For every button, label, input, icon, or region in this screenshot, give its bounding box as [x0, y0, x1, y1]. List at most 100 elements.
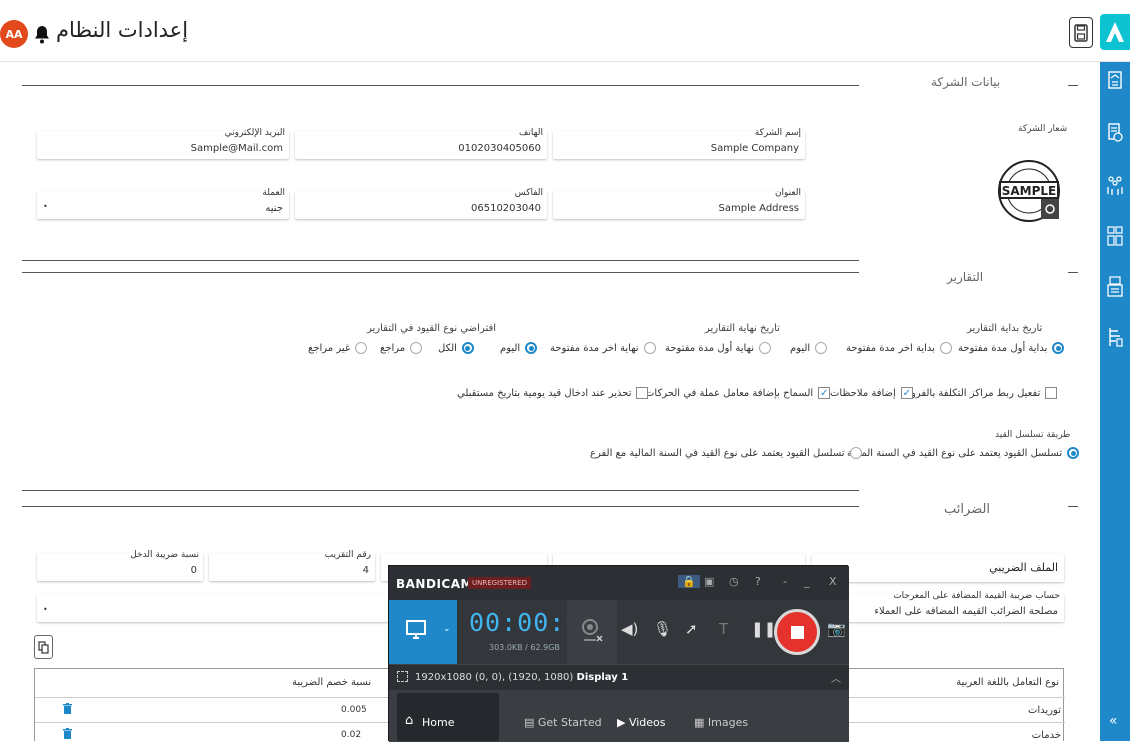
nav-videos[interactable]: ▶ Videos [617, 716, 666, 729]
divider [1068, 506, 1078, 507]
checkbox-box [636, 387, 649, 399]
vat-account-value: مصلحة الضرائب القيمه المضافه على العملاء [874, 606, 1058, 617]
checkbox-label: إضافة ملاحظات [830, 387, 896, 399]
bandicam-nav: ⌂ Home ▤ Get Started ▶ Videos ▦ Images [389, 690, 849, 742]
start-date-label: تاريخ بداية التقارير [967, 323, 1043, 334]
speaker-icon[interactable]: ◀) [621, 620, 638, 638]
radio-circle [939, 342, 952, 354]
trash-icon[interactable] [63, 728, 72, 739]
avatar[interactable]: AA [0, 20, 28, 48]
lock-icon[interactable]: 🔒 [678, 575, 700, 588]
webcam-button[interactable] [567, 600, 617, 664]
radio-label: غير مراجع [308, 342, 351, 354]
folder-icon[interactable]: ▣ [704, 575, 714, 588]
divider [22, 260, 859, 261]
type-reviewed-radio[interactable]: مراجع [380, 342, 423, 354]
checkbox-label: تحذير عند ادخال قيد يومية بتاريخ مستقبلي [457, 387, 632, 399]
start-last-period-radio[interactable]: بداية اخر مدة مفتوحة [846, 342, 952, 354]
webcam-icon [582, 619, 603, 642]
address-field[interactable]: العنوان Sample Address [553, 188, 805, 219]
fax-field[interactable]: الفاكس 06510203040 [295, 188, 547, 219]
area-icon [397, 671, 408, 682]
income-tax-field[interactable]: نسبة ضريبة الدخل 0 [37, 550, 203, 581]
checkbox-label: السماح بإضافة معامل عملة في الحركات [645, 387, 814, 399]
top-bar: AA إعدادات النظام [0, 0, 1130, 62]
minimize-icon[interactable]: _ [804, 575, 810, 588]
rate-cell[interactable]: 0.02 [341, 730, 361, 740]
divider [22, 490, 859, 491]
start-first-period-radio[interactable]: بداية أول مدة مفتوحة [958, 342, 1065, 354]
sidebar-item-inventory-icon[interactable] [1107, 225, 1123, 247]
radio-label: بداية أول مدة مفتوحة [958, 342, 1048, 354]
company-name-field[interactable]: إسم الشركة Sample Company [553, 128, 805, 159]
clock-icon[interactable]: ◷ [729, 575, 739, 588]
add-row-button[interactable] [34, 635, 53, 659]
check-icon: ✓ [900, 387, 913, 399]
phone-field[interactable]: الهاتف 0102030405060 [295, 128, 547, 159]
add-notes-checkbox[interactable]: ✓ إضافة ملاحظات [830, 387, 913, 399]
bell-icon[interactable] [34, 24, 50, 44]
currency-factor-checkbox[interactable]: ✓ السماح بإضافة معامل عملة في الحركات [645, 387, 831, 399]
divider [22, 272, 859, 273]
screen-mode-button[interactable]: ⌄ [389, 600, 457, 664]
tax-file-field[interactable]: الملف الضريبي [812, 553, 1064, 582]
minimize-mini-icon[interactable]: - [783, 575, 787, 588]
end-today-radio[interactable]: اليوم [500, 342, 538, 354]
email-label: البريد الإلكتروني [224, 128, 285, 138]
microphone-icon[interactable]: 🎙 [653, 620, 672, 638]
sidebar-item-reports-icon[interactable] [1107, 276, 1123, 298]
nav-images[interactable]: ▦ Images [694, 716, 748, 729]
radio-label: تسلسل القيود يعتمد على نوع القيد في السن… [847, 447, 1063, 459]
email-value: Sample@Mail.com [190, 143, 283, 154]
nav-home[interactable]: ⌂ Home [397, 693, 499, 741]
sidebar-item-users-icon[interactable] [1107, 174, 1123, 196]
sidebar-item-finance-icon[interactable] [1107, 122, 1123, 144]
text-icon[interactable]: T [719, 620, 728, 638]
cost-center-branch-checkbox[interactable]: تفعيل ربط مراكز التكلفة بالفروع [905, 387, 1058, 399]
play-icon: ▶ [617, 716, 629, 729]
camera-icon[interactable]: 📷 [827, 620, 846, 638]
chevron-down-icon[interactable]: ⌄ [443, 624, 451, 634]
resolution-bar[interactable]: 1920x1080 (0, 0), (1920, 1080) Display 1… [389, 664, 849, 690]
phone-label: الهاتف [519, 128, 543, 138]
sidebar-item-dashboard-icon[interactable] [1107, 70, 1123, 92]
company-stamp-image[interactable]: SAMPLE [997, 143, 1063, 239]
copy-icon [38, 640, 49, 654]
sidebar: « [1100, 62, 1130, 741]
save-button[interactable] [1069, 17, 1093, 48]
rounding-field[interactable]: رقم التقريب 4 [209, 550, 375, 581]
nav-get-started[interactable]: ▤ Get Started [524, 716, 602, 729]
name-cell[interactable]: خدمات [1032, 730, 1061, 741]
sequence-by-type-radio[interactable]: تسلسل القيود يعتمد على نوع القيد في السن… [847, 447, 1080, 459]
chevron-up-icon[interactable]: ︿ [831, 670, 841, 685]
app-logo[interactable] [1100, 14, 1130, 50]
end-first-period-radio[interactable]: نهاية أول مدة مفتوحة [665, 342, 771, 354]
radio-circle [815, 342, 828, 354]
help-icon[interactable]: ? [755, 575, 761, 588]
cursor-icon[interactable]: ➚ [685, 620, 698, 638]
page-title: إعدادات النظام [56, 18, 189, 42]
stop-record-button[interactable] [774, 609, 820, 655]
currency-select[interactable]: العملة جنيه • [37, 188, 289, 219]
divider [1068, 272, 1078, 273]
rate-cell[interactable]: 0.005 [341, 705, 367, 715]
type-unreviewed-radio[interactable]: غير مراجع [308, 342, 368, 354]
radio-circle [461, 342, 474, 354]
email-field[interactable]: البريد الإلكتروني Sample@Mail.com [37, 128, 289, 159]
close-icon[interactable]: X [829, 575, 837, 588]
pause-icon[interactable]: ❚❚ [751, 620, 776, 638]
sidebar-item-settings-icon[interactable] [1107, 326, 1123, 348]
bandicam-titlebar[interactable]: BANDICAM UNREGISTERED 🔒 ▣ ◷ ? - _ X [389, 566, 849, 600]
future-date-warning-checkbox[interactable]: تحذير عند ادخال قيد يومية بتاريخ مستقبلي [457, 387, 649, 399]
collapse-sidebar-icon[interactable]: « [1109, 713, 1118, 729]
type-all-radio[interactable]: الكل [438, 342, 474, 354]
name-cell[interactable]: توريدات [1028, 705, 1061, 716]
end-last-period-radio[interactable]: نهاية اخر مدة مفتوحة [550, 342, 656, 354]
entry-type-label: افتراضي نوع القيود في التقارير [367, 323, 497, 334]
taxes-section-header: الضرائب [22, 490, 1078, 526]
start-today-radio[interactable]: اليوم [790, 342, 828, 354]
trash-icon[interactable] [63, 703, 72, 714]
address-value: Sample Address [718, 203, 800, 214]
end-date-label: تاريخ نهاية التقارير [705, 323, 780, 334]
sequence-by-type-branch-radio[interactable]: تسلسل القيود يعتمد على نوع القيد في السن… [590, 447, 862, 459]
